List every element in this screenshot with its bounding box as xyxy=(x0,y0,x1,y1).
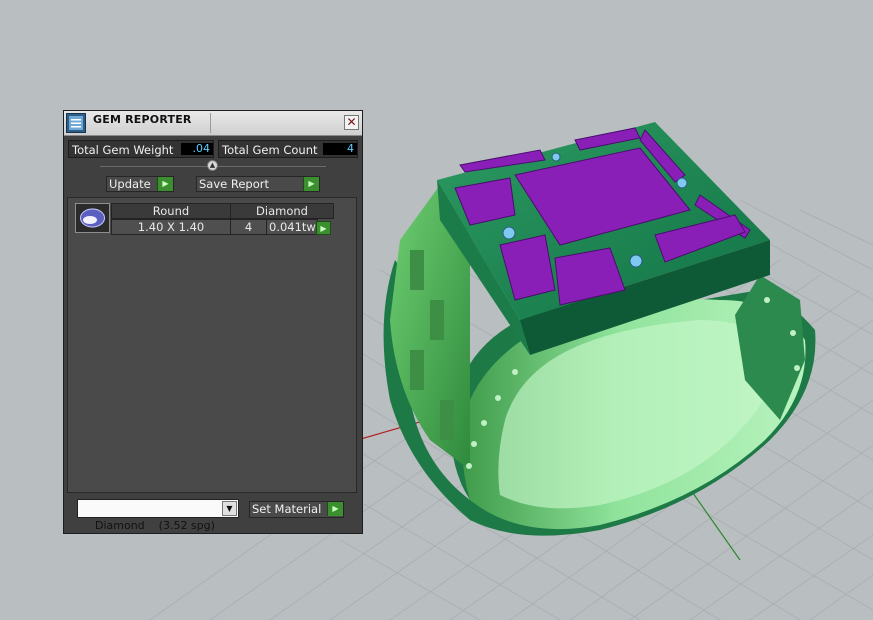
panel-title: GEM REPORTER xyxy=(93,113,192,126)
close-icon[interactable]: ✕ xyxy=(344,115,359,130)
row-size-cell: 1.40 X 1.40 xyxy=(111,219,231,235)
total-gem-weight-label: Total Gem Weight xyxy=(72,143,174,157)
gem-thumbnail-icon[interactable] xyxy=(75,203,110,233)
total-gem-count-field: Total Gem Count 4 xyxy=(218,140,358,158)
gem-reporter-icon xyxy=(66,113,86,133)
total-gem-count-value[interactable]: 4 xyxy=(323,143,357,155)
collapse-handle-icon[interactable]: ▲ xyxy=(207,160,218,171)
material-select[interactable]: Diamond (3.52 spg) ▼ xyxy=(77,499,239,532)
column-header-gem-type: Diamond xyxy=(230,203,334,219)
play-arrow-icon: ▶ xyxy=(327,502,343,516)
row-weight-cell: 0.041tw xyxy=(266,219,318,235)
gem-report-list: Round Diamond 1.40 X 1.40 4 0.041tw ▶ xyxy=(67,197,357,493)
play-arrow-icon: ▶ xyxy=(303,177,319,191)
chevron-down-icon[interactable]: ▼ xyxy=(222,501,237,516)
column-header-shape: Round xyxy=(111,203,231,219)
update-button[interactable]: Update ▶ xyxy=(106,176,174,192)
ring-model[interactable] xyxy=(383,122,816,536)
save-report-label: Save Report xyxy=(199,177,270,191)
row-count-cell: 4 xyxy=(230,219,267,235)
titlebar-divider xyxy=(210,113,211,133)
total-gem-count-label: Total Gem Count xyxy=(222,143,318,157)
update-label: Update xyxy=(109,177,151,191)
panel-titlebar[interactable]: GEM REPORTER ✕ xyxy=(64,111,362,136)
gem-reporter-panel: GEM REPORTER ✕ Total Gem Weight .04 Tota… xyxy=(63,110,363,534)
total-gem-weight-field: Total Gem Weight .04 xyxy=(68,140,214,158)
total-gem-weight-value[interactable]: .04 xyxy=(181,143,213,155)
set-material-button[interactable]: Set Material ▶ xyxy=(249,501,344,518)
set-material-label: Set Material xyxy=(252,502,322,516)
material-selected-value: Diamond (3.52 spg) xyxy=(95,519,215,532)
save-report-button[interactable]: Save Report ▶ xyxy=(196,176,320,192)
play-arrow-icon[interactable]: ▶ xyxy=(316,221,331,235)
play-arrow-icon: ▶ xyxy=(157,177,173,191)
